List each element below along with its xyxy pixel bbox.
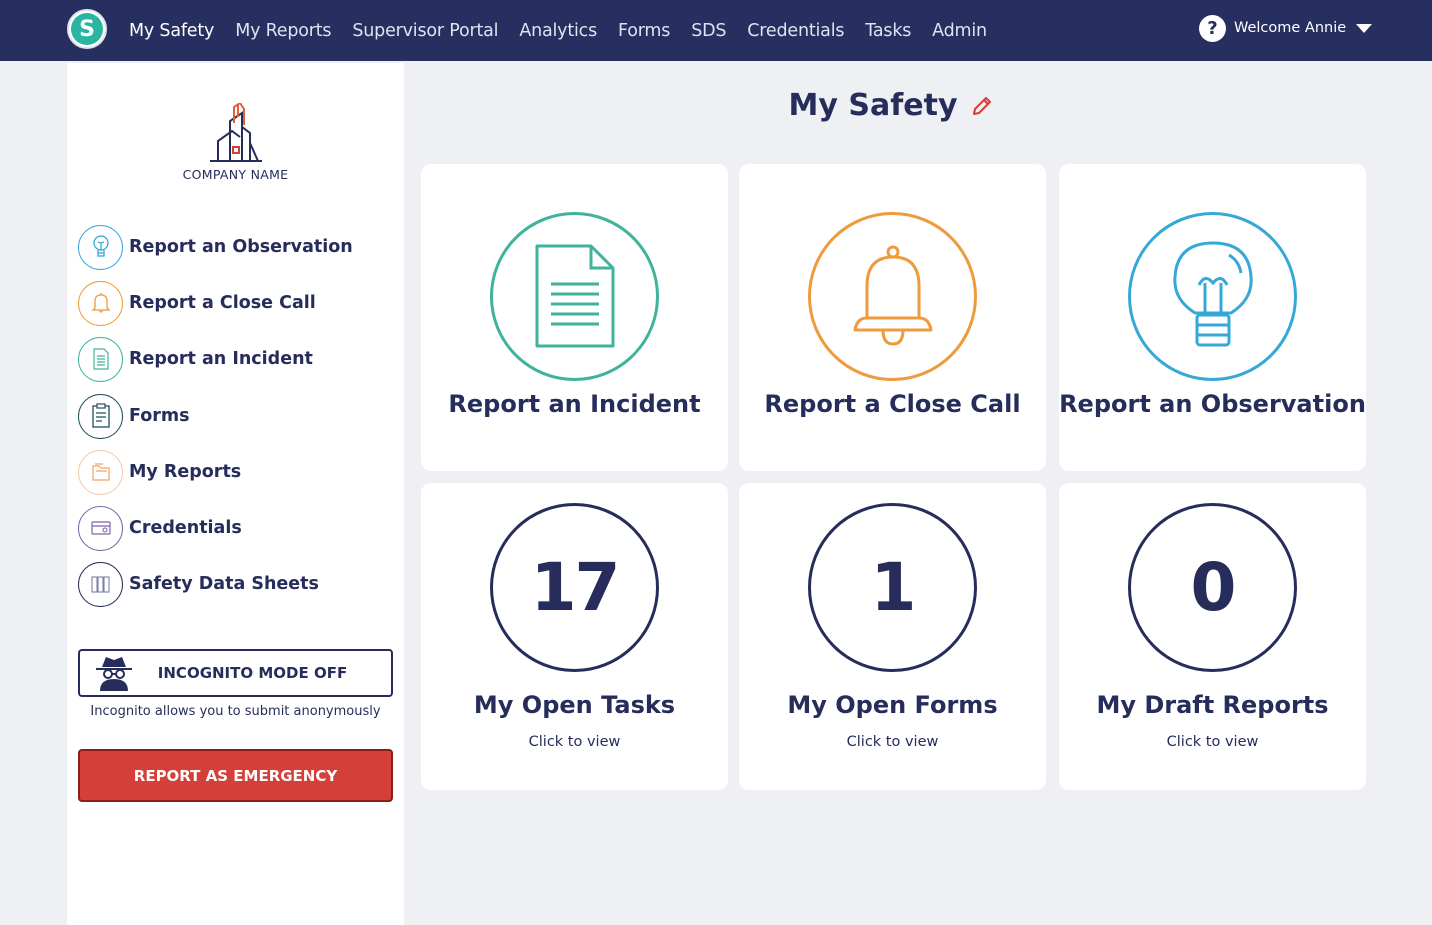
count-ring: 17 bbox=[490, 503, 659, 672]
company-logo: COMPANY NAME bbox=[67, 103, 404, 182]
nav-my-safety[interactable]: My Safety bbox=[129, 21, 214, 41]
incognito-label: INCOGNITO MODE OFF bbox=[157, 664, 348, 682]
sidebar-item-label: Report an Observation bbox=[129, 237, 353, 257]
user-menu[interactable]: ? Welcome Annie bbox=[1199, 13, 1373, 43]
open-forms-count: 1 bbox=[870, 549, 917, 626]
card-label: My Open Forms bbox=[787, 691, 998, 719]
report-incident-card[interactable]: Report an Incident bbox=[421, 164, 728, 471]
open-forms-card[interactable]: 1 My Open Forms Click to view bbox=[739, 483, 1046, 790]
sidebar-item-label: My Reports bbox=[129, 462, 242, 482]
company-building-icon bbox=[209, 103, 262, 162]
document-icon bbox=[78, 336, 123, 382]
nav-analytics[interactable]: Analytics bbox=[519, 21, 597, 41]
sidebar: COMPANY NAME Report an Observation Repor… bbox=[67, 63, 404, 925]
nav-tasks[interactable]: Tasks bbox=[865, 21, 911, 41]
chevron-down-icon[interactable] bbox=[1356, 23, 1373, 33]
sidebar-item-label: Report a Close Call bbox=[129, 293, 316, 313]
sidebar-item-forms[interactable]: Forms bbox=[78, 393, 190, 439]
sidebar-item-label: Forms bbox=[129, 406, 190, 426]
sidebar-item-report-incident[interactable]: Report an Incident bbox=[78, 336, 313, 382]
sidebar-item-label: Safety Data Sheets bbox=[129, 574, 319, 594]
pencil-edit-icon[interactable] bbox=[970, 94, 994, 118]
nav-forms[interactable]: Forms bbox=[618, 21, 670, 41]
card-label: My Draft Reports bbox=[1096, 691, 1329, 719]
page-header: My Safety bbox=[404, 88, 1378, 123]
click-to-view: Click to view bbox=[1166, 734, 1259, 750]
sidebar-item-label: Credentials bbox=[129, 518, 242, 538]
id-card-icon bbox=[78, 505, 123, 551]
incognito-note: Incognito allows you to submit anonymous… bbox=[90, 704, 381, 719]
lightbulb-icon bbox=[78, 224, 123, 270]
card-label: Report an Incident bbox=[448, 390, 701, 418]
folder-icon bbox=[78, 449, 123, 495]
app-logo-letter: S bbox=[71, 13, 103, 45]
binders-icon bbox=[78, 561, 123, 607]
report-emergency-button[interactable]: REPORT AS EMERGENCY bbox=[78, 749, 393, 802]
count-ring: 1 bbox=[808, 503, 977, 672]
incognito-toggle[interactable]: INCOGNITO MODE OFF bbox=[78, 649, 393, 697]
sidebar-item-credentials[interactable]: Credentials bbox=[78, 505, 242, 551]
draft-reports-card[interactable]: 0 My Draft Reports Click to view bbox=[1059, 483, 1366, 790]
top-navbar: S My Safety My Reports Supervisor Portal… bbox=[0, 0, 1432, 61]
document-icon bbox=[490, 212, 659, 381]
card-label: Report an Observation bbox=[1059, 390, 1366, 418]
open-tasks-card[interactable]: 17 My Open Tasks Click to view bbox=[421, 483, 728, 790]
nav-admin[interactable]: Admin bbox=[932, 21, 987, 41]
welcome-text[interactable]: Welcome Annie bbox=[1234, 20, 1346, 36]
bell-icon bbox=[808, 212, 977, 381]
draft-reports-count: 0 bbox=[1190, 549, 1237, 626]
nav-credentials[interactable]: Credentials bbox=[747, 21, 844, 41]
sidebar-item-safety-data-sheets[interactable]: Safety Data Sheets bbox=[78, 561, 319, 607]
card-label: Report a Close Call bbox=[764, 390, 1021, 418]
bell-icon bbox=[78, 280, 123, 326]
nav-my-reports[interactable]: My Reports bbox=[235, 21, 331, 41]
sidebar-item-label: Report an Incident bbox=[129, 349, 313, 369]
clipboard-icon bbox=[78, 393, 123, 439]
click-to-view: Click to view bbox=[846, 734, 939, 750]
lightbulb-icon bbox=[1128, 212, 1297, 381]
count-ring: 0 bbox=[1128, 503, 1297, 672]
nav-supervisor-portal[interactable]: Supervisor Portal bbox=[352, 21, 498, 41]
click-to-view: Click to view bbox=[528, 734, 621, 750]
sidebar-item-report-observation[interactable]: Report an Observation bbox=[78, 224, 353, 270]
sidebar-item-my-reports[interactable]: My Reports bbox=[78, 449, 242, 495]
app-logo[interactable]: S bbox=[67, 9, 107, 49]
sidebar-item-report-close-call[interactable]: Report a Close Call bbox=[78, 280, 316, 326]
incognito-spy-icon bbox=[96, 657, 132, 691]
report-close-call-card[interactable]: Report a Close Call bbox=[739, 164, 1046, 471]
nav-sds[interactable]: SDS bbox=[691, 21, 726, 41]
report-observation-card[interactable]: Report an Observation bbox=[1059, 164, 1366, 471]
help-icon[interactable]: ? bbox=[1199, 14, 1226, 42]
company-name: COMPANY NAME bbox=[182, 167, 289, 182]
card-label: My Open Tasks bbox=[473, 691, 676, 719]
page-title: My Safety bbox=[788, 88, 958, 123]
open-tasks-count: 17 bbox=[530, 549, 621, 626]
main-nav: My Safety My Reports Supervisor Portal A… bbox=[129, 0, 1008, 61]
